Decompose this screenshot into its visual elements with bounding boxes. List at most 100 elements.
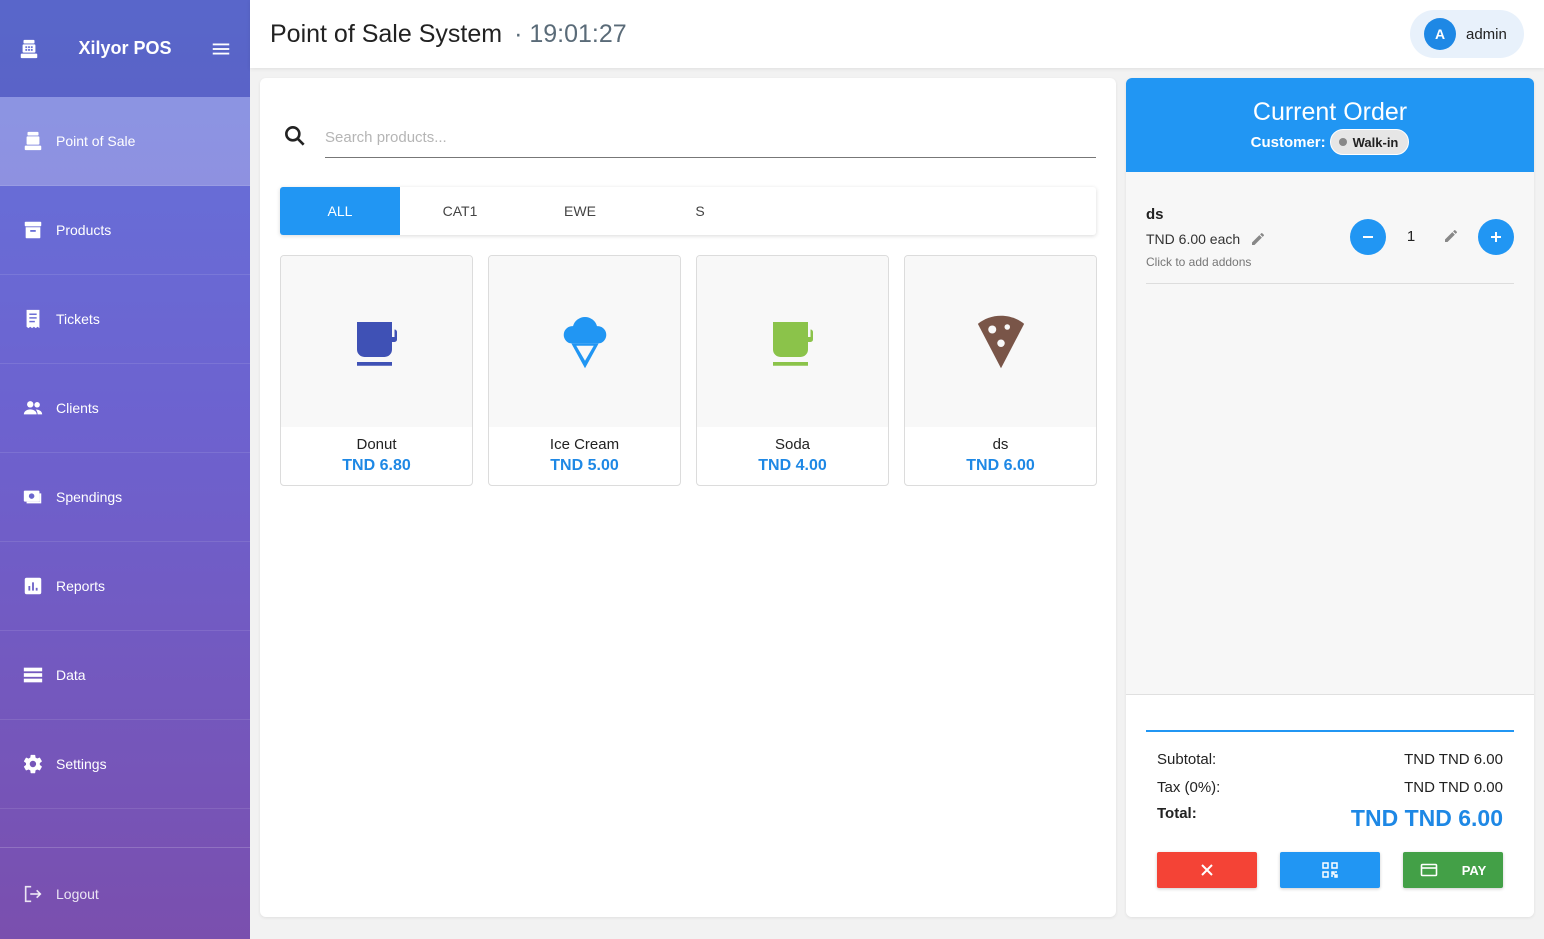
cash-register-icon xyxy=(24,131,42,151)
cancel-order-button[interactable] xyxy=(1157,852,1257,888)
decrease-qty-button[interactable] xyxy=(1350,219,1386,255)
pay-label: PAY xyxy=(1461,862,1487,878)
user-name: admin xyxy=(1466,25,1507,43)
cash-register-icon xyxy=(20,39,38,58)
pay-button[interactable]: PAY xyxy=(1403,852,1503,888)
sidebar-item-tickets[interactable]: Tickets xyxy=(0,275,250,364)
line-item-name: ds xyxy=(1146,206,1164,223)
sidebar-item-label: Point of Sale xyxy=(56,133,136,149)
order-title: Current Order xyxy=(1252,98,1408,126)
sidebar-item-label: Clients xyxy=(56,400,99,416)
product-name: Donut xyxy=(356,436,397,453)
products-panel: ALL CAT1 EWE S Donut TND 6.80 Ice Cream … xyxy=(260,78,1116,917)
sidebar-item-label: Settings xyxy=(56,756,107,772)
product-card-soda[interactable]: Soda TND 4.00 xyxy=(696,255,889,486)
sidebar-item-spendings[interactable]: Spendings xyxy=(0,453,250,542)
tab-s[interactable]: S xyxy=(640,187,760,235)
pencil-icon[interactable] xyxy=(1250,231,1266,247)
order-summary: Subtotal: TND TND 6.00 Tax (0%): TND TND… xyxy=(1126,694,1534,917)
total-value: TND TND 6.00 xyxy=(1350,805,1503,831)
sidebar-item-label: Spendings xyxy=(56,489,123,505)
sidebar: Xilyor POS Point of Sale Products Ticket… xyxy=(0,0,250,939)
product-name: Soda xyxy=(774,436,811,453)
customer-row: Customer: Walk-in xyxy=(1126,129,1534,155)
tax-row: Tax (0%): TND TND 0.00 xyxy=(1157,779,1503,796)
sidebar-item-label: Products xyxy=(56,222,112,238)
product-card-donut[interactable]: Donut TND 6.80 xyxy=(280,255,473,486)
pizza-slice-icon xyxy=(977,315,1024,368)
sidebar-item-clients[interactable]: Clients xyxy=(0,364,250,453)
search-bar xyxy=(280,118,1096,160)
product-image xyxy=(281,256,472,427)
subtotal-value: TND TND 6.00 xyxy=(1404,751,1503,768)
logout-button[interactable]: Logout xyxy=(0,848,250,939)
hamburger-menu-icon[interactable] xyxy=(210,38,232,60)
credit-card-icon xyxy=(1420,863,1438,877)
logout-icon xyxy=(24,885,42,902)
gear-icon xyxy=(23,754,42,774)
product-card-ds[interactable]: ds TND 6.00 xyxy=(904,255,1097,486)
clock: · 19:01:27 xyxy=(514,19,627,48)
summary-divider xyxy=(1146,730,1514,732)
tax-label: Tax (0%): xyxy=(1157,779,1221,796)
product-price: TND 6.00 xyxy=(966,457,1035,474)
line-item-price: TND 6.00 each xyxy=(1146,231,1266,247)
order-line-item[interactable]: ds TND 6.00 each Click to add addons 1 xyxy=(1146,204,1514,284)
sidebar-item-label: Tickets xyxy=(56,311,100,327)
ice-cream-icon xyxy=(563,316,606,368)
quantity-value: 1 xyxy=(1406,228,1416,245)
sidebar-item-point-of-sale[interactable]: Point of Sale xyxy=(0,97,250,186)
close-icon xyxy=(1201,864,1213,876)
subtotal-row: Subtotal: TND TND 6.00 xyxy=(1157,751,1503,768)
avatar: A xyxy=(1424,18,1456,50)
sidebar-header: Xilyor POS xyxy=(0,0,250,97)
product-grid: Donut TND 6.80 Ice Cream TND 5.00 Soda T… xyxy=(280,255,1097,486)
customer-name: Walk-in xyxy=(1352,134,1399,150)
product-image xyxy=(697,256,888,427)
customer-label: Customer: xyxy=(1250,133,1326,151)
increase-qty-button[interactable] xyxy=(1478,219,1514,255)
customer-chip[interactable]: Walk-in xyxy=(1329,129,1410,155)
qr-scan-button[interactable] xyxy=(1280,852,1380,888)
search-input[interactable] xyxy=(325,118,1096,158)
total-row: Total: TND TND 6.00 xyxy=(1157,805,1503,832)
sidebar-item-reports[interactable]: Reports xyxy=(0,542,250,631)
product-image xyxy=(905,256,1096,427)
qr-code-icon xyxy=(1322,862,1338,878)
sidebar-item-label: Reports xyxy=(56,578,106,594)
pencil-icon[interactable] xyxy=(1443,228,1459,244)
logout-label: Logout xyxy=(56,885,99,902)
sidebar-item-products[interactable]: Products xyxy=(0,186,250,275)
user-menu-button[interactable]: A admin xyxy=(1410,10,1524,58)
tab-all[interactable]: ALL xyxy=(280,187,400,235)
tab-cat1[interactable]: CAT1 xyxy=(400,187,520,235)
sidebar-item-settings[interactable]: Settings xyxy=(0,720,250,809)
receipt-icon xyxy=(26,309,40,329)
storage-icon xyxy=(23,667,43,683)
brand-name: Xilyor POS xyxy=(78,38,172,58)
sidebar-item-data[interactable]: Data xyxy=(0,631,250,720)
sidebar-item-label: Data xyxy=(56,667,86,683)
product-price: TND 5.00 xyxy=(550,457,619,474)
product-name: Ice Cream xyxy=(549,436,620,453)
order-header: Current Order Customer: Walk-in xyxy=(1126,78,1534,172)
archive-box-icon xyxy=(24,221,42,239)
page-title: Point of Sale System xyxy=(270,19,503,48)
product-price: TND 6.80 xyxy=(342,457,411,474)
product-image xyxy=(489,256,680,427)
total-label: Total: xyxy=(1157,805,1197,822)
coffee-cup-icon xyxy=(772,321,813,366)
product-price: TND 4.00 xyxy=(758,457,827,474)
addons-hint: Click to add addons xyxy=(1146,255,1252,269)
order-panel: Current Order Customer: Walk-in ds TND 6… xyxy=(1126,78,1534,917)
top-bar: Point of Sale System · 19:01:27 A admin xyxy=(250,0,1544,68)
status-dot-icon xyxy=(1338,138,1347,146)
minus-icon xyxy=(1363,236,1373,238)
product-card-ice-cream[interactable]: Ice Cream TND 5.00 xyxy=(488,255,681,486)
category-tabs: ALL CAT1 EWE S xyxy=(280,187,1096,235)
people-icon xyxy=(23,401,43,415)
product-name: ds xyxy=(992,436,1009,453)
tax-value: TND TND 0.00 xyxy=(1404,779,1503,796)
money-icon xyxy=(23,490,42,504)
tab-ewe[interactable]: EWE xyxy=(520,187,640,235)
